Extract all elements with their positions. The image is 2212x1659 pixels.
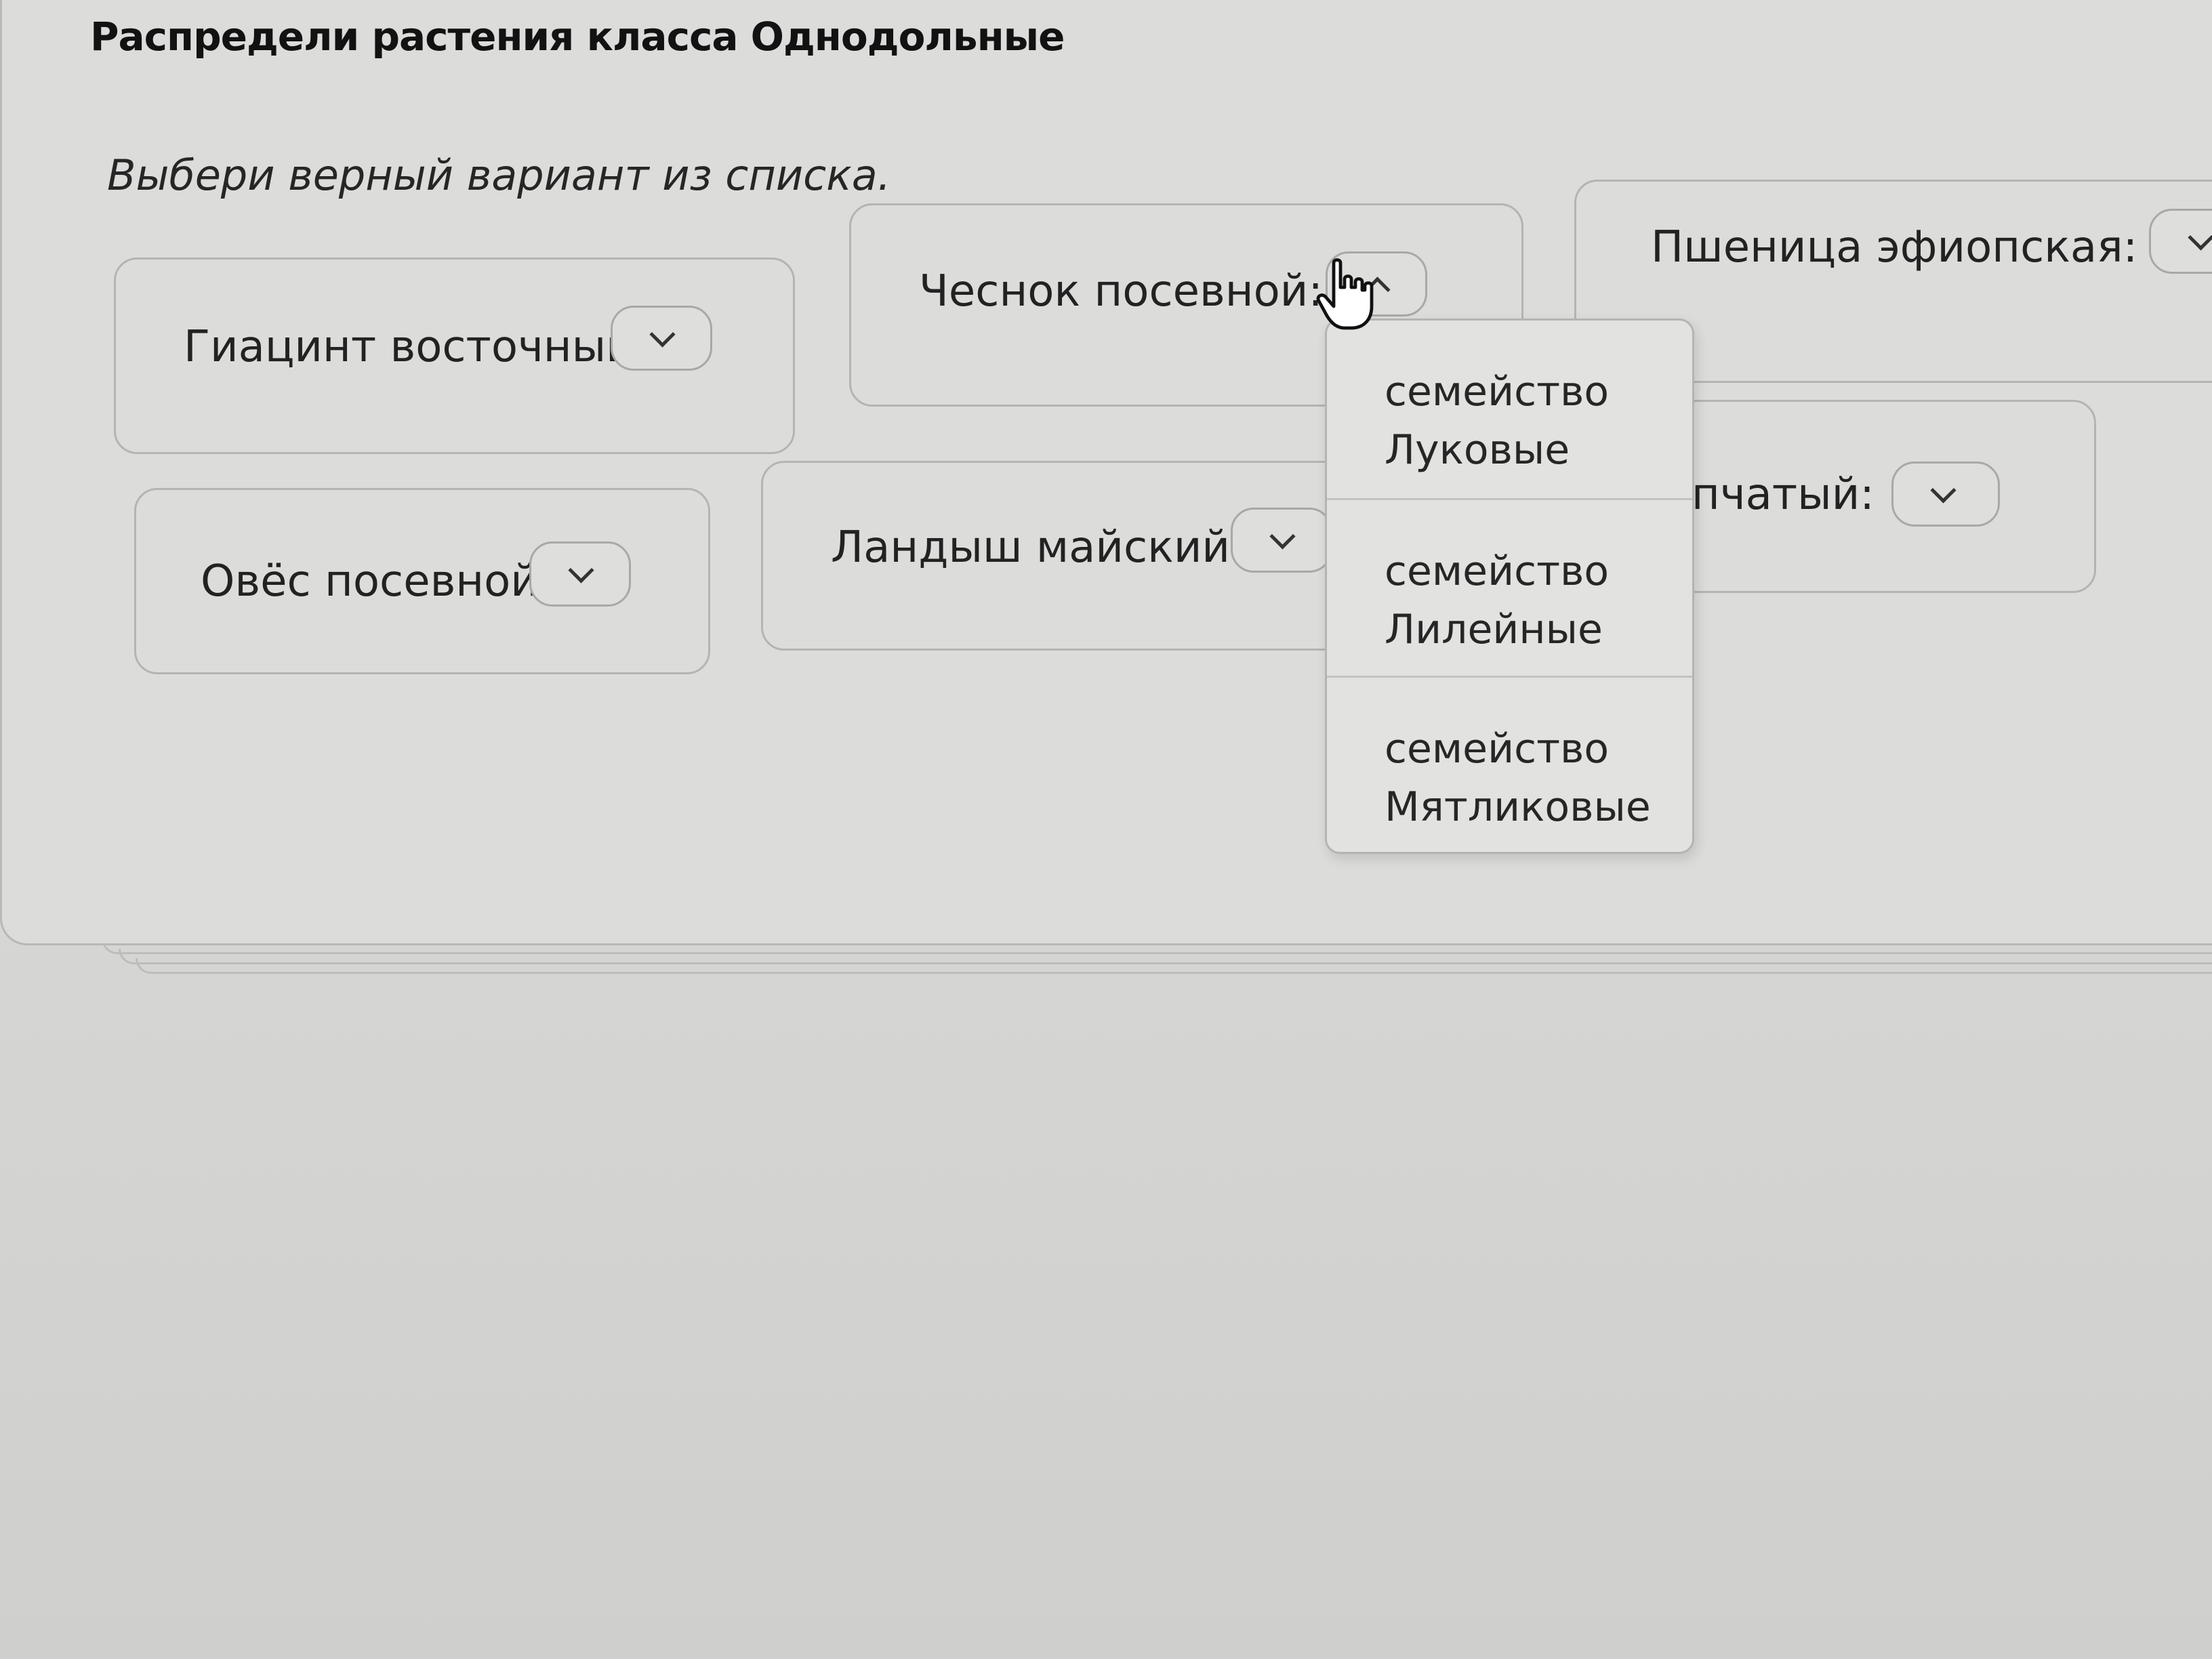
task-card: Распредели растения класса Однодольные В… [0, 0, 2212, 945]
chevron-down-icon [2188, 224, 2212, 251]
plant-label: Чеснок посевной: [919, 266, 1323, 316]
chevron-down-icon [1269, 523, 1296, 550]
hand-pointer-icon [1316, 258, 1374, 330]
plant-item-hyacinth: Гиацинт восточный: [114, 258, 795, 454]
plant-label: Пшеница эфиопская: [1651, 222, 2138, 272]
option-line: семейство [1385, 725, 1610, 773]
plant-item-oat: Овёс посевной: [134, 488, 710, 674]
plant-select-button[interactable] [529, 541, 631, 607]
plant-select-button[interactable] [2149, 209, 2212, 274]
dropdown-option-lily[interactable]: семейство Лилейные [1327, 498, 1692, 676]
plant-select-button[interactable] [1231, 508, 1332, 573]
plant-label: Овёс посевной: [201, 556, 554, 607]
option-line: Лилейные [1385, 606, 1603, 653]
plant-label: Гиацинт восточный: [184, 322, 649, 372]
dropdown-list: семейство Луковые семейство Лилейные сем… [1325, 319, 1694, 854]
task-instruction: Выбери верный вариант из списка. [107, 150, 891, 200]
chevron-down-icon [568, 557, 594, 583]
chevron-down-icon [1930, 477, 1957, 504]
option-line: Мятликовые [1385, 783, 1651, 831]
option-line: семейство [1385, 548, 1610, 595]
option-line: семейство [1385, 368, 1610, 415]
plant-select-button[interactable] [611, 306, 712, 371]
screen: Распредели растения класса Однодольные В… [0, 0, 2212, 1659]
chevron-down-icon [649, 321, 676, 348]
task-title: Распредели растения класса Однодольные [90, 14, 1065, 60]
plant-label: пчатый: [1692, 470, 1875, 520]
option-line: Луковые [1385, 426, 1570, 474]
plant-label: Ландыш майский: [831, 523, 1245, 573]
dropdown-option-onion[interactable]: семейство Луковые [1327, 321, 1692, 498]
plant-select-button[interactable] [1891, 462, 2000, 527]
dropdown-option-grass[interactable]: семейство Мятликовые [1327, 676, 1692, 853]
card-stack-edge [136, 958, 2212, 974]
